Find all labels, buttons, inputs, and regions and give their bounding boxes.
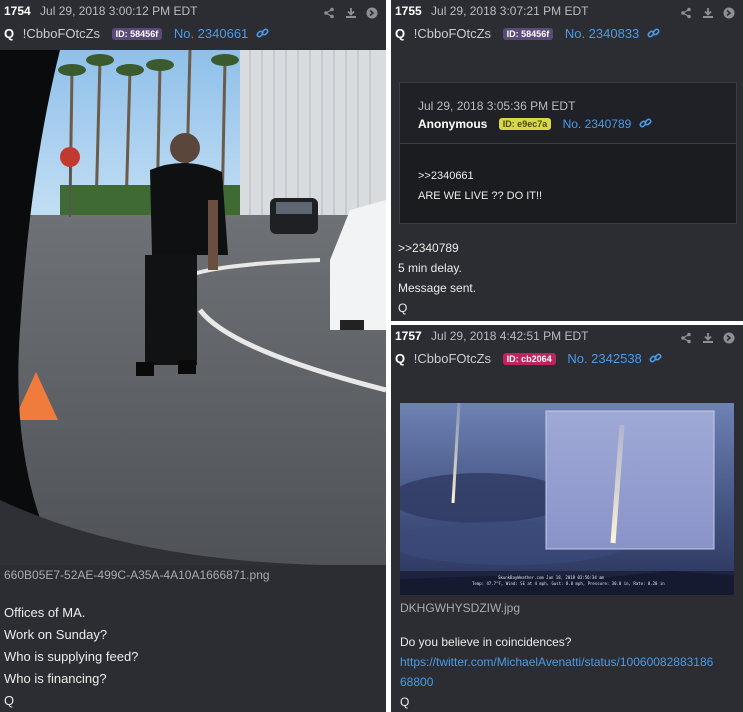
download-icon[interactable] xyxy=(345,7,357,22)
body-line: Message sent. xyxy=(398,281,477,295)
id-badge[interactable]: ID: 58456f xyxy=(502,28,554,40)
quoted-post-number-link[interactable]: No. 2340789 xyxy=(563,117,632,131)
download-icon[interactable] xyxy=(702,332,714,347)
quoted-line: ARE WE LIVE ?? DO IT!! xyxy=(418,190,543,202)
twitter-link[interactable]: https://twitter.com/MichaelAvenatti/stat… xyxy=(400,652,740,692)
image-filename[interactable]: 660B05E7-52AE-499C-A35A-4A10A1666871.png xyxy=(4,568,270,582)
post-date: Jul 29, 2018 3:07:21 PM EDT xyxy=(431,4,589,18)
quoted-post: Jul 29, 2018 3:05:36 PM EDT Anonymous ID… xyxy=(399,82,737,224)
poster-name: Q xyxy=(4,26,15,41)
post-image[interactable] xyxy=(0,49,386,566)
signature: Q xyxy=(398,301,408,315)
post-tools xyxy=(317,7,378,22)
post-1755: 1755 Jul 29, 2018 3:07:21 PM EDT Q !Cbbo… xyxy=(391,0,743,321)
poster-name: Q xyxy=(395,26,406,41)
share-icon[interactable] xyxy=(323,7,335,22)
body-line: Do you believe in coincidences? xyxy=(400,635,572,649)
post-date: Jul 29, 2018 3:00:12 PM EDT xyxy=(40,4,198,18)
image-caption-detail: Temp: 47.7°F, Wind: SE at 4 mph, Gust: 8… xyxy=(472,581,665,586)
body-line: Who is supplying feed? xyxy=(4,649,139,664)
post-1754: 1754 Jul 29, 2018 3:00:12 PM EDT Q !Cbbo… xyxy=(0,0,386,712)
post-body: >>2340789 5 min delay. Message sent. Q xyxy=(398,238,476,318)
post-body: Offices of MA. Work on Sunday? Who is su… xyxy=(4,602,138,712)
post-number-link[interactable]: No. 2342538 xyxy=(567,351,641,366)
post-author-line: Q !CbboFOtcZs ID: 58456f No. 2340833 xyxy=(395,26,739,46)
post-date: Jul 29, 2018 4:42:51 PM EDT xyxy=(431,329,589,343)
body-line: Offices of MA. xyxy=(4,605,86,620)
post-tools xyxy=(674,332,735,347)
tripcode: !CbboFOtcZs xyxy=(413,351,492,366)
post-image[interactable]: SkunkBayWeather.com Jun 18, 2018 03:56:3… xyxy=(391,402,734,595)
post-number[interactable]: 1757 xyxy=(395,329,422,343)
id-badge[interactable]: ID: e9ec7a xyxy=(498,118,552,130)
post-body: Do you believe in coincidences? https://… xyxy=(400,632,740,712)
body-line: Who is financing? xyxy=(4,671,107,686)
twitter-link-line[interactable]: https://twitter.com/MichaelAvenatti/stat… xyxy=(400,652,740,672)
reply-arrow-icon[interactable] xyxy=(366,7,378,22)
tripcode: !CbboFOtcZs xyxy=(22,26,101,41)
post-number[interactable]: 1755 xyxy=(395,4,422,18)
post-header: 1757 Jul 29, 2018 4:42:51 PM EDT xyxy=(395,329,739,347)
id-badge[interactable]: ID: 58456f xyxy=(111,28,163,40)
share-icon[interactable] xyxy=(680,332,692,347)
post-author-line: Q !CbboFOtcZs ID: 58456f No. 2340661 xyxy=(4,26,382,46)
quoted-post-date: Jul 29, 2018 3:05:36 PM EDT xyxy=(418,99,576,113)
link-icon[interactable] xyxy=(649,352,662,368)
link-icon[interactable] xyxy=(639,117,652,133)
post-number[interactable]: 1754 xyxy=(4,4,31,18)
body-line: Work on Sunday? xyxy=(4,627,108,642)
id-badge[interactable]: ID: cb2064 xyxy=(502,353,556,365)
post-author-line: Q !CbboFOtcZs ID: cb2064 No. 2342538 xyxy=(395,351,739,371)
post-1757: 1757 Jul 29, 2018 4:42:51 PM EDT Q !Cbbo… xyxy=(391,325,743,712)
quote-reference[interactable]: >>2340661 xyxy=(418,170,474,182)
quoted-author-line: Anonymous ID: e9ec7a No. 2340789 xyxy=(418,117,652,133)
post-number-link[interactable]: No. 2340833 xyxy=(565,26,639,41)
download-icon[interactable] xyxy=(702,7,714,22)
tripcode: !CbboFOtcZs xyxy=(413,26,492,41)
signature: Q xyxy=(400,695,410,709)
link-icon[interactable] xyxy=(256,27,269,43)
quote-reference[interactable]: >>2340789 xyxy=(398,238,476,258)
post-header: 1755 Jul 29, 2018 3:07:21 PM EDT xyxy=(395,4,739,22)
post-header: 1754 Jul 29, 2018 3:00:12 PM EDT xyxy=(4,4,382,22)
share-icon[interactable] xyxy=(680,7,692,22)
poster-name: Q xyxy=(395,351,406,366)
post-number-link[interactable]: No. 2340661 xyxy=(174,26,248,41)
image-filename[interactable]: DKHGWHYSDZIW.jpg xyxy=(400,601,520,615)
link-icon[interactable] xyxy=(647,27,660,43)
reply-arrow-icon[interactable] xyxy=(723,332,735,347)
post-tools xyxy=(674,7,735,22)
quoted-post-body: >>2340661 ARE WE LIVE ?? DO IT!! xyxy=(400,143,736,223)
twitter-link-line[interactable]: 68800 xyxy=(400,672,740,692)
signature: Q xyxy=(4,693,15,708)
body-line: 5 min delay. xyxy=(398,261,462,275)
quoted-poster-name: Anonymous xyxy=(418,117,488,131)
image-caption: SkunkBayWeather.com Jun 18, 2018 03:56:3… xyxy=(498,575,604,580)
reply-arrow-icon[interactable] xyxy=(723,7,735,22)
